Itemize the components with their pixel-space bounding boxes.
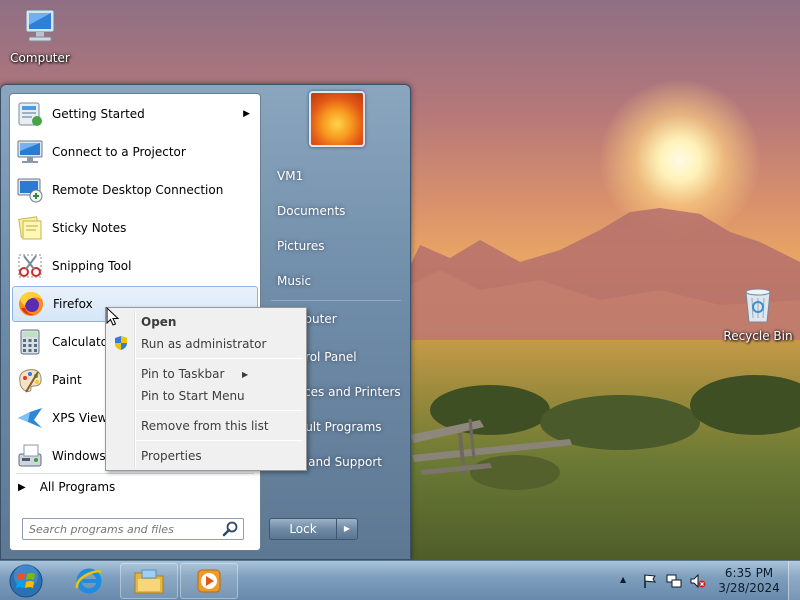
taskbar-internet-explorer[interactable]	[60, 563, 118, 599]
show-hidden-icons-button[interactable]: ▲	[620, 575, 626, 584]
all-programs-label: All Programs	[39, 480, 116, 494]
remote-desktop-icon	[14, 174, 46, 206]
desktop-icon-label: Recycle Bin	[723, 329, 793, 343]
getting-started-icon	[14, 98, 46, 130]
submenu-arrow-icon: ▶	[242, 370, 249, 379]
media-player-icon	[197, 569, 221, 593]
desktop-icon-label: Computer	[10, 51, 70, 65]
projector-icon	[14, 136, 46, 168]
file-explorer-icon	[134, 569, 164, 594]
program-item-sticky-notes[interactable]: Sticky Notes	[12, 210, 258, 246]
program-label: Calculator	[52, 335, 113, 349]
computer-icon	[25, 9, 55, 42]
volume-muted-icon[interactable]	[690, 573, 706, 589]
calculator-icon	[14, 326, 46, 358]
firefox-icon	[15, 288, 47, 320]
uac-shield-icon	[115, 336, 127, 350]
desktop-icon-recycle-bin[interactable]: Recycle Bin	[718, 286, 798, 343]
separator	[16, 473, 254, 474]
context-item-pin-taskbar[interactable]: Pin to Taskbar	[141, 367, 224, 381]
lock-button[interactable]: Lock	[269, 518, 337, 540]
mouse-cursor-icon	[106, 307, 120, 326]
place-documents[interactable]: Documents	[277, 204, 345, 218]
program-item-connect-projector[interactable]: Connect to a Projector	[12, 134, 258, 170]
search-input[interactable]	[22, 518, 244, 540]
program-label: Connect to a Projector	[52, 145, 186, 159]
program-label: Getting Started	[52, 107, 145, 121]
fax-scan-icon	[14, 440, 46, 472]
program-item-snipping-tool[interactable]: Snipping Tool	[12, 248, 258, 284]
wooden-fence	[410, 418, 572, 476]
context-item-run-as-admin[interactable]: Run as administrator	[141, 337, 266, 351]
snipping-tool-icon	[14, 250, 46, 282]
context-item-open[interactable]: Open	[141, 315, 176, 329]
program-label: Paint	[52, 373, 82, 387]
all-programs-button[interactable]: ▶ All Programs	[18, 480, 115, 494]
submenu-arrow-icon: ▶	[243, 109, 250, 119]
windows-logo-icon	[9, 564, 43, 598]
taskbar: ▲ 6:35 PM 3/28/2024	[0, 560, 800, 600]
program-item-getting-started[interactable]: Getting Started ▶	[12, 96, 258, 132]
search-icon[interactable]	[222, 521, 240, 537]
program-label: Firefox	[53, 297, 93, 311]
network-icon[interactable]	[666, 573, 682, 589]
separator	[136, 358, 303, 359]
taskbar-file-explorer[interactable]	[120, 563, 178, 599]
separator	[136, 410, 303, 411]
place-user-folder[interactable]: VM1	[277, 169, 303, 183]
recycle-bin-icon	[745, 288, 771, 323]
program-label: Remote Desktop Connection	[52, 183, 224, 197]
clock-time: 6:35 PM	[724, 566, 774, 580]
shutdown-options-arrow-icon[interactable]: ▶	[336, 518, 358, 540]
paint-icon	[14, 364, 46, 396]
context-menu: Open Run as administrator Pin to Taskbar…	[105, 307, 307, 471]
action-center-flag-icon[interactable]	[642, 573, 658, 589]
program-item-remote-desktop[interactable]: Remote Desktop Connection	[12, 172, 258, 208]
start-button[interactable]	[5, 563, 47, 599]
user-avatar[interactable]	[309, 91, 365, 147]
context-item-pin-start[interactable]: Pin to Start Menu	[141, 389, 245, 403]
show-desktop-button[interactable]	[788, 561, 800, 600]
place-music[interactable]: Music	[277, 274, 311, 288]
program-label: Sticky Notes	[52, 221, 127, 235]
xps-viewer-icon	[14, 402, 46, 434]
taskbar-media-player[interactable]	[180, 563, 238, 599]
clock[interactable]: 6:35 PM 3/28/2024	[716, 566, 782, 596]
context-item-properties[interactable]: Properties	[141, 449, 202, 463]
clock-date: 3/28/2024	[718, 581, 780, 595]
place-pictures[interactable]: Pictures	[277, 239, 325, 253]
desktop-icon-computer[interactable]: Computer	[0, 8, 80, 65]
internet-explorer-icon	[75, 568, 102, 594]
separator	[271, 300, 401, 301]
context-item-remove[interactable]: Remove from this list	[141, 419, 269, 433]
triangle-right-icon: ▶	[18, 481, 26, 493]
sticky-notes-icon	[14, 212, 46, 244]
program-label: Snipping Tool	[52, 259, 132, 273]
separator	[136, 440, 303, 441]
